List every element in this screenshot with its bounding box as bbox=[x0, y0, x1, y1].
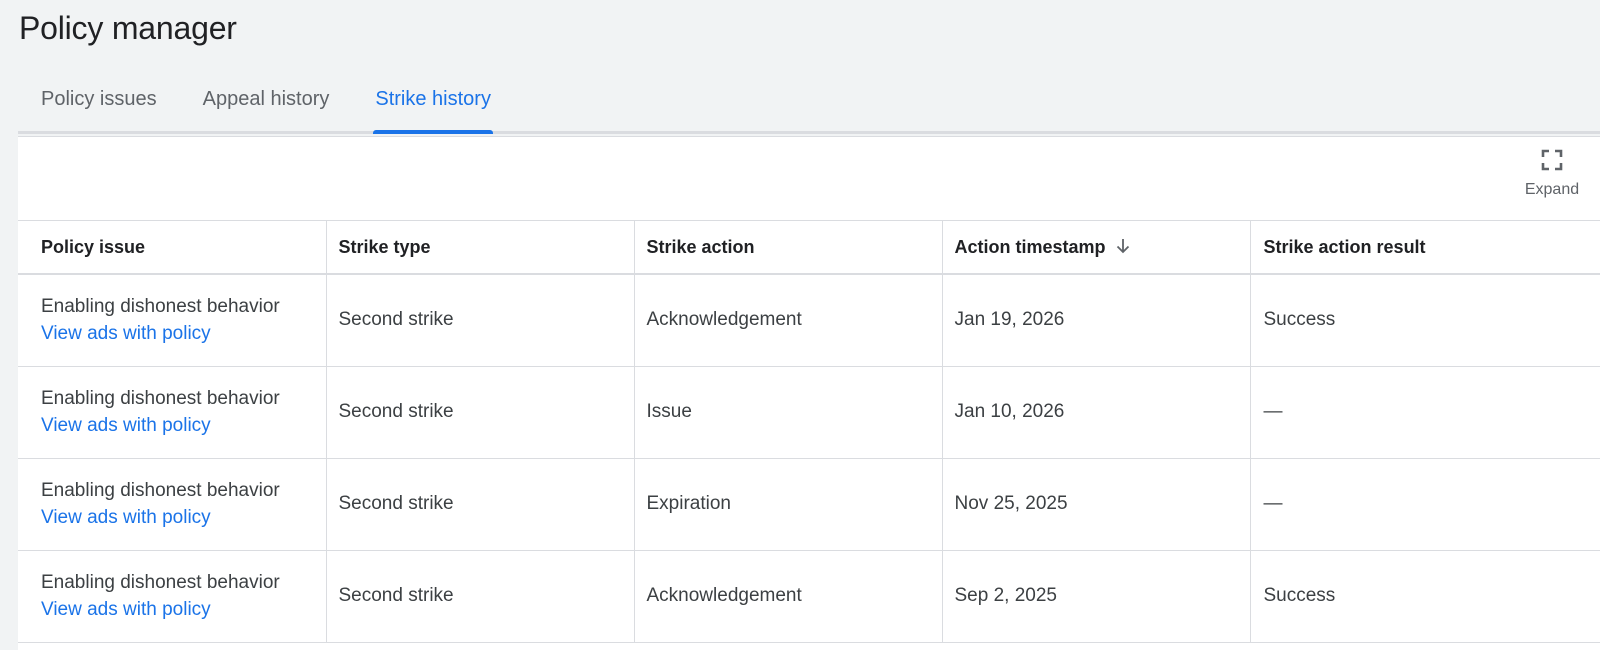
strike-action-cell: Acknowledgement bbox=[634, 274, 943, 367]
table-header-row: Policy issue Strike type Strike action A… bbox=[18, 221, 1600, 275]
column-header-action-timestamp[interactable]: Action timestamp bbox=[942, 221, 1251, 275]
result-cell: — bbox=[1250, 366, 1600, 459]
policy-manager-page: Policy manager Policy issues Appeal hist… bbox=[0, 0, 1600, 650]
strike-type-cell: Second strike bbox=[326, 458, 635, 551]
table-row: Enabling dishonest behavior View ads wit… bbox=[18, 550, 1600, 643]
arrow-down-icon bbox=[1116, 239, 1129, 254]
table-row: Enabling dishonest behavior View ads wit… bbox=[18, 274, 1600, 367]
strike-type-cell: Second strike bbox=[326, 550, 635, 643]
policy-issue-cell: Enabling dishonest behavior View ads wit… bbox=[18, 458, 327, 551]
strike-type-cell: Second strike bbox=[326, 274, 635, 367]
policy-issue-text: Enabling dishonest behavior bbox=[41, 296, 280, 318]
timestamp-cell: Jan 10, 2026 bbox=[942, 366, 1251, 459]
column-header-policy-issue[interactable]: Policy issue bbox=[18, 221, 327, 275]
result-cell: Success bbox=[1250, 274, 1600, 367]
view-ads-link[interactable]: View ads with policy bbox=[41, 596, 211, 623]
strike-history-table: Policy issue Strike type Strike action A… bbox=[18, 221, 1600, 643]
fullscreen-icon bbox=[1541, 149, 1563, 171]
result-cell: Success bbox=[1250, 550, 1600, 643]
policy-issue-text: Enabling dishonest behavior bbox=[41, 572, 280, 593]
policy-issue-cell: Enabling dishonest behavior View ads wit… bbox=[18, 274, 327, 367]
strike-action-cell: Issue bbox=[634, 366, 943, 459]
strike-history-card: Expand Policy issue Strike type Strike a… bbox=[18, 136, 1600, 650]
timestamp-cell: Jan 19, 2026 bbox=[942, 274, 1251, 367]
result-cell: — bbox=[1250, 458, 1600, 551]
view-ads-link[interactable]: View ads with policy bbox=[41, 412, 211, 439]
strike-action-cell: Acknowledgement bbox=[634, 550, 943, 643]
policy-issue-cell: Enabling dishonest behavior View ads wit… bbox=[18, 366, 327, 459]
expand-label: Expand bbox=[1524, 181, 1580, 198]
tab-appeal-history[interactable]: Appeal history bbox=[180, 72, 353, 131]
table-toolbar: Expand bbox=[18, 137, 1600, 221]
timestamp-cell: Nov 25, 2025 bbox=[942, 458, 1251, 551]
strike-type-cell: Second strike bbox=[326, 366, 635, 459]
expand-button[interactable]: Expand bbox=[1512, 147, 1592, 211]
tab-strike-history[interactable]: Strike history bbox=[352, 72, 514, 134]
strike-action-cell: Expiration bbox=[634, 458, 943, 551]
timestamp-cell: Sep 2, 2025 bbox=[942, 550, 1251, 643]
policy-issue-cell: Enabling dishonest behavior View ads wit… bbox=[18, 550, 327, 643]
table-row: Enabling dishonest behavior View ads wit… bbox=[18, 366, 1600, 459]
column-header-strike-action[interactable]: Strike action bbox=[634, 221, 943, 275]
policy-issue-text: Enabling dishonest behavior bbox=[41, 388, 280, 409]
view-ads-link[interactable]: View ads with policy bbox=[41, 320, 211, 347]
page-title: Policy manager bbox=[19, 10, 237, 46]
policy-issue-text: Enabling dishonest behavior bbox=[41, 480, 280, 501]
column-header-strike-action-result[interactable]: Strike action result bbox=[1250, 221, 1600, 275]
table-row: Enabling dishonest behavior View ads wit… bbox=[18, 458, 1600, 551]
tab-policy-issues[interactable]: Policy issues bbox=[18, 72, 180, 131]
column-header-strike-type[interactable]: Strike type bbox=[326, 221, 635, 275]
view-ads-link[interactable]: View ads with policy bbox=[41, 504, 211, 531]
tab-bar: Policy issues Appeal history Strike hist… bbox=[18, 72, 1600, 134]
